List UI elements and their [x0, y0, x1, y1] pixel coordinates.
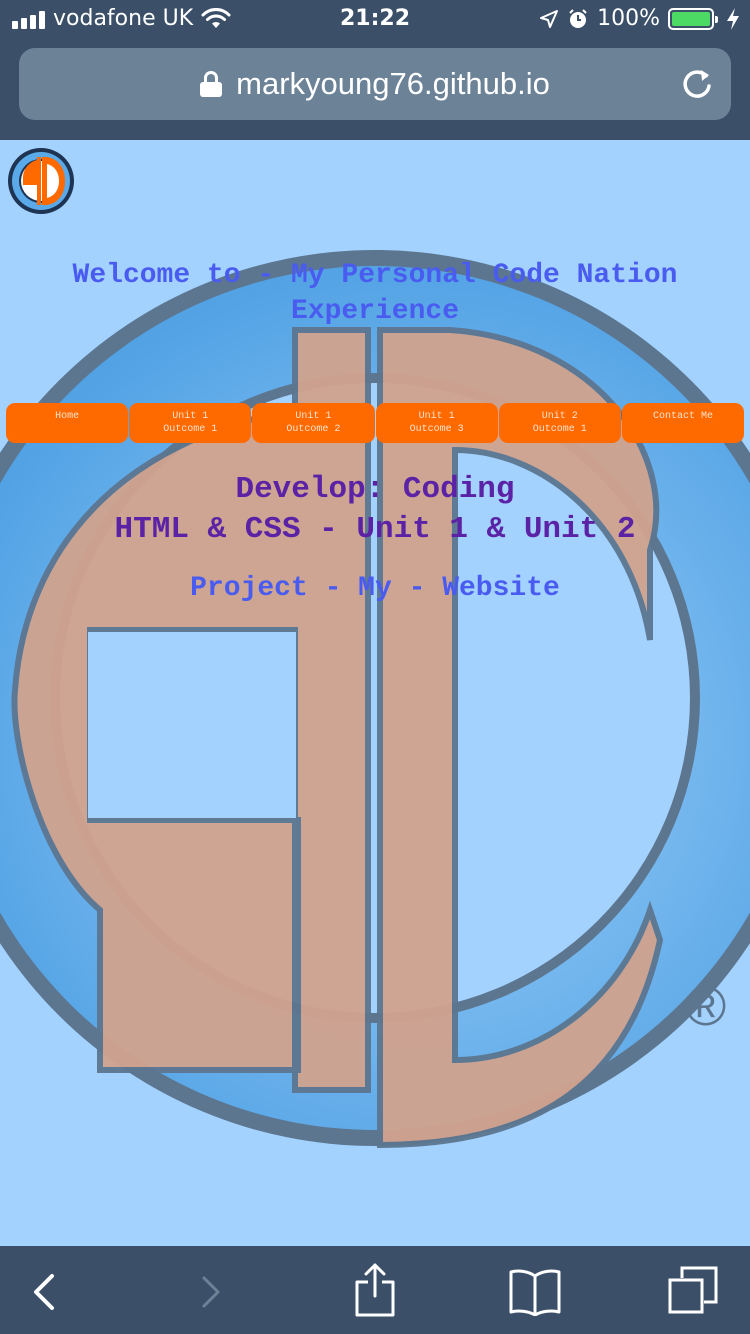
nav-unit2-outcome1[interactable]: Unit 2 Outcome 1 [498, 403, 621, 443]
nav-unit1-outcome2[interactable]: Unit 1 Outcome 2 [252, 403, 375, 443]
back-chevron-icon[interactable] [22, 1268, 70, 1316]
url-text: markyoung76.github.io [236, 66, 550, 101]
alarm-clock-icon [569, 8, 587, 28]
lock-icon [200, 71, 223, 97]
nav-home[interactable]: Home [6, 403, 129, 443]
status-right: 100% [539, 6, 740, 31]
browser-address-area: markyoung76.github.io [0, 40, 750, 140]
nav-label: Unit 2 [541, 411, 578, 422]
heading-line-1: Develop: Coding [235, 472, 515, 507]
heading-line-2: HTML & CSS - Unit 1 & Unit 2 [114, 512, 636, 547]
nav-unit1-outcome1[interactable]: Unit 1 Outcome 1 [129, 403, 252, 443]
battery-percent: 100% [597, 6, 660, 31]
bolt-icon [727, 7, 739, 30]
share-icon[interactable] [350, 1262, 400, 1318]
nav-sublabel: Outcome 3 [409, 424, 464, 435]
nav-label: Unit 1 [418, 411, 455, 422]
nav-label: Home [55, 411, 80, 422]
main-nav: Home Unit 1 Outcome 1 Unit 1 Outcome 2 U… [6, 403, 745, 443]
registered-mark: ® [685, 974, 726, 1037]
welcome-title: Welcome to - My Personal Code Nation Exp… [72, 260, 678, 327]
site-logo[interactable] [7, 147, 75, 215]
battery-icon [668, 7, 718, 30]
bookmarks-icon[interactable] [508, 1268, 562, 1316]
web-page: ® Welcome to - My Personal Code Nation E… [0, 140, 750, 1246]
nav-sublabel: Outcome 1 [532, 424, 587, 435]
nav-unit1-outcome3[interactable]: Unit 1 Outcome 3 [375, 403, 498, 443]
nav-label: Unit 1 [295, 411, 332, 422]
page-heading: Develop: Coding HTML & CSS - Unit 1 & Un… [0, 470, 750, 550]
nav-sublabel: Outcome 1 [163, 424, 218, 435]
nav-label: Unit 1 [172, 411, 209, 422]
reload-icon[interactable] [679, 66, 715, 102]
forward-chevron-icon[interactable] [186, 1268, 234, 1316]
project-subtitle: Project - My - Website [190, 573, 560, 604]
address-bar[interactable]: markyoung76.github.io [19, 48, 731, 120]
nav-sublabel: Outcome 2 [286, 424, 341, 435]
browser-toolbar [0, 1246, 750, 1334]
location-arrow-icon [540, 9, 559, 28]
nav-label: Contact Me [652, 411, 713, 422]
tabs-icon[interactable] [666, 1264, 720, 1318]
status-bar: vodafone UK 21:22 100% [0, 0, 750, 40]
background-logo: ® [0, 250, 750, 1149]
nav-contact-me[interactable]: Contact Me [621, 403, 745, 443]
